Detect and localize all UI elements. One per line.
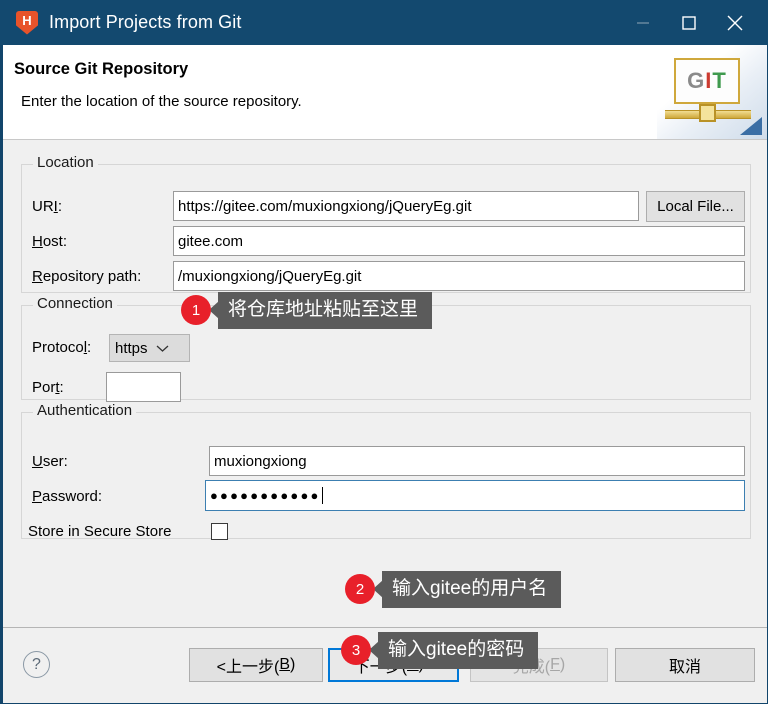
password-label: Password: — [32, 488, 103, 505]
minimize-icon — [637, 21, 649, 24]
protocol-select[interactable]: https — [109, 334, 190, 362]
protocol-value: https — [115, 339, 148, 357]
cancel-button[interactable]: 取消 — [615, 648, 755, 682]
title-bar: H Import Projects from Git — [0, 0, 768, 45]
hbuilder-h-icon: H — [16, 10, 38, 35]
git-banner-image: GIT — [657, 45, 767, 139]
repository-path-input[interactable]: /muxiongxiong/jQueryEg.git — [173, 261, 745, 291]
window-controls — [620, 0, 768, 45]
annotation-1-text: 将仓库地址粘贴至这里 — [218, 292, 433, 329]
location-group-label: Location — [33, 154, 98, 171]
authentication-group-label: Authentication — [33, 402, 137, 419]
app-icon-letter: H — [22, 13, 32, 28]
maximize-icon — [682, 15, 696, 30]
annotation-3: 3 输入gitee的密码 — [341, 632, 539, 669]
annotation-2-text: 输入gitee的用户名 — [382, 571, 562, 608]
dialog-header: Source Git Repository Enter the location… — [3, 45, 767, 139]
text-caret — [321, 487, 323, 504]
git-logo-letter-i: I — [705, 68, 713, 93]
store-in-secure-store-checkbox[interactable] — [211, 523, 228, 540]
dialog-window: H Import Projects from Git Source Git Re… — [0, 0, 768, 704]
user-input[interactable]: muxiongxiong — [209, 446, 745, 476]
uri-input[interactable]: https://gitee.com/muxiongxiong/jQueryEg.… — [173, 191, 639, 221]
annotation-1: 1 将仓库地址粘贴至这里 — [181, 292, 433, 329]
uri-label: URI: — [32, 198, 63, 215]
page-title: Source Git Repository — [14, 60, 189, 78]
git-logo-letter-g: G — [687, 68, 706, 93]
back-button[interactable]: <上一步(B) — [189, 648, 323, 682]
host-input[interactable]: gitee.com — [173, 226, 745, 256]
port-label: Port: — [32, 379, 64, 396]
annotation-3-text: 输入gitee的密码 — [378, 632, 539, 669]
page-subtitle: Enter the location of the source reposit… — [21, 93, 302, 110]
annotation-2: 2 输入gitee的用户名 — [345, 571, 562, 608]
annotation-1-badge: 1 — [181, 295, 211, 326]
protocol-label: Protocol: — [32, 339, 92, 356]
git-logo-triangle — [740, 117, 762, 135]
window-title: Import Projects from Git — [49, 12, 242, 32]
connection-group-label: Connection — [33, 295, 117, 312]
minimize-button[interactable] — [620, 0, 666, 45]
password-masked-value: ●●●●●●●●●●● — [210, 488, 321, 503]
chevron-down-icon — [156, 344, 169, 353]
close-button[interactable] — [712, 0, 758, 45]
close-icon — [727, 15, 743, 30]
git-logo-letter-t: T — [712, 68, 727, 93]
annotation-2-badge: 2 — [345, 574, 375, 605]
host-label: Host: — [32, 233, 68, 250]
help-icon[interactable]: ? — [23, 651, 50, 678]
user-label: User: — [32, 453, 68, 470]
local-file-button[interactable]: Local File... — [646, 191, 745, 222]
repository-path-label: Repository path: — [32, 268, 142, 285]
password-input[interactable]: ●●●●●●●●●●● — [205, 480, 745, 511]
git-logo-knob — [699, 104, 716, 122]
git-logo-board: GIT — [674, 58, 740, 104]
dialog-body: Location URI: https://gitee.com/muxiongx… — [3, 140, 767, 669]
annotation-3-badge: 3 — [341, 635, 371, 666]
maximize-button[interactable] — [666, 0, 712, 45]
port-input[interactable] — [106, 372, 181, 402]
store-secure-label: Store in Secure Store — [28, 523, 172, 540]
